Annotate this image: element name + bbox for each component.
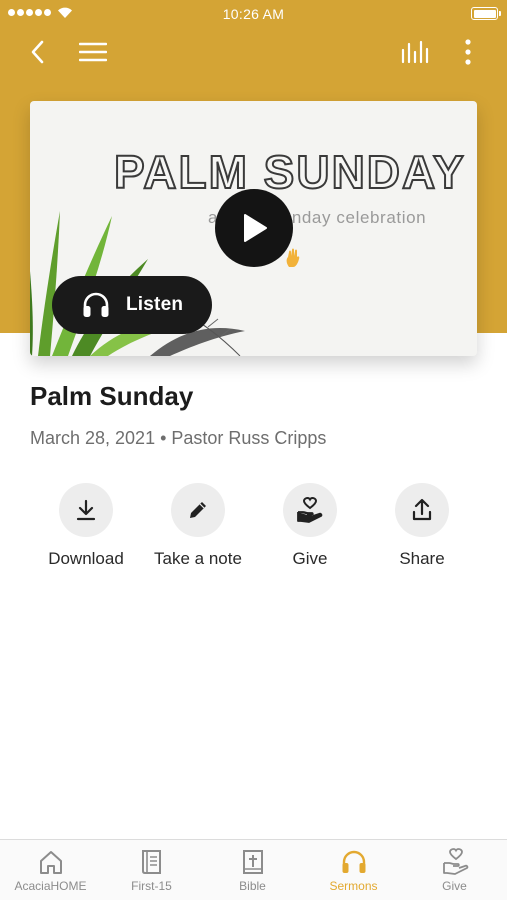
status-time: 10:26 AM	[222, 6, 285, 22]
bottom-tab-bar: AcaciaHOME First-15 Bible Sermons Give	[0, 839, 507, 900]
tab-label: Sermons	[329, 879, 378, 893]
back-button[interactable]	[18, 32, 58, 72]
hand-emoji-icon	[286, 248, 300, 267]
bible-icon	[242, 850, 263, 874]
tab-label: First-15	[131, 879, 172, 893]
equalizer-button[interactable]	[395, 32, 435, 72]
sermon-detail-screen: 10:26 AM PALM SUNDAY a Palm Sunday celeb…	[0, 0, 507, 900]
tab-acaciahome[interactable]: AcaciaHOME	[0, 840, 101, 900]
take-a-note-action[interactable]: Take a note	[142, 483, 254, 569]
headphones-icon	[342, 850, 365, 873]
pencil-icon	[190, 502, 206, 518]
share-upload-icon	[412, 498, 432, 521]
book-icon	[141, 850, 161, 874]
home-icon	[39, 851, 62, 874]
take-a-note-button[interactable]	[171, 483, 225, 537]
tab-give[interactable]: Give	[404, 840, 505, 900]
artwork-title: PALM SUNDAY	[113, 145, 466, 199]
back-icon	[31, 40, 44, 64]
share-action[interactable]: Share	[366, 483, 478, 569]
equalizer-icon	[401, 40, 429, 64]
menu-icon	[79, 42, 107, 62]
tab-label: Give	[442, 879, 467, 893]
more-options-button[interactable]	[448, 32, 488, 72]
tab-label: Bible	[239, 879, 266, 893]
status-bar: 10:26 AM	[0, 0, 507, 28]
menu-button[interactable]	[73, 32, 113, 72]
play-button[interactable]	[215, 189, 293, 267]
give-button[interactable]	[283, 483, 337, 537]
download-button[interactable]	[59, 483, 113, 537]
give-action[interactable]: Give	[254, 483, 366, 569]
take-a-note-label: Take a note	[154, 549, 242, 568]
share-label: Share	[399, 549, 445, 568]
give-hand-heart-icon	[442, 848, 468, 875]
share-button[interactable]	[395, 483, 449, 537]
sermon-date-speaker: March 28, 2021 • Pastor Russ Cripps	[30, 428, 327, 448]
battery-icon	[471, 7, 501, 20]
headphones-icon	[83, 292, 109, 317]
tab-bible[interactable]: Bible	[202, 840, 303, 900]
listen-button[interactable]: Listen	[52, 276, 212, 334]
give-hand-heart-icon	[297, 497, 323, 523]
tab-sermons[interactable]: Sermons	[303, 840, 404, 900]
download-icon	[76, 499, 96, 521]
sermon-title: Palm Sunday	[30, 381, 194, 411]
more-vertical-icon	[465, 39, 471, 65]
give-label: Give	[292, 549, 328, 568]
listen-label: Listen	[126, 294, 184, 315]
tab-label: AcaciaHOME	[14, 879, 87, 893]
download-label: Download	[48, 549, 124, 568]
play-icon	[244, 214, 267, 242]
download-action[interactable]: Download	[30, 483, 142, 569]
tab-first-15[interactable]: First-15	[101, 840, 202, 900]
